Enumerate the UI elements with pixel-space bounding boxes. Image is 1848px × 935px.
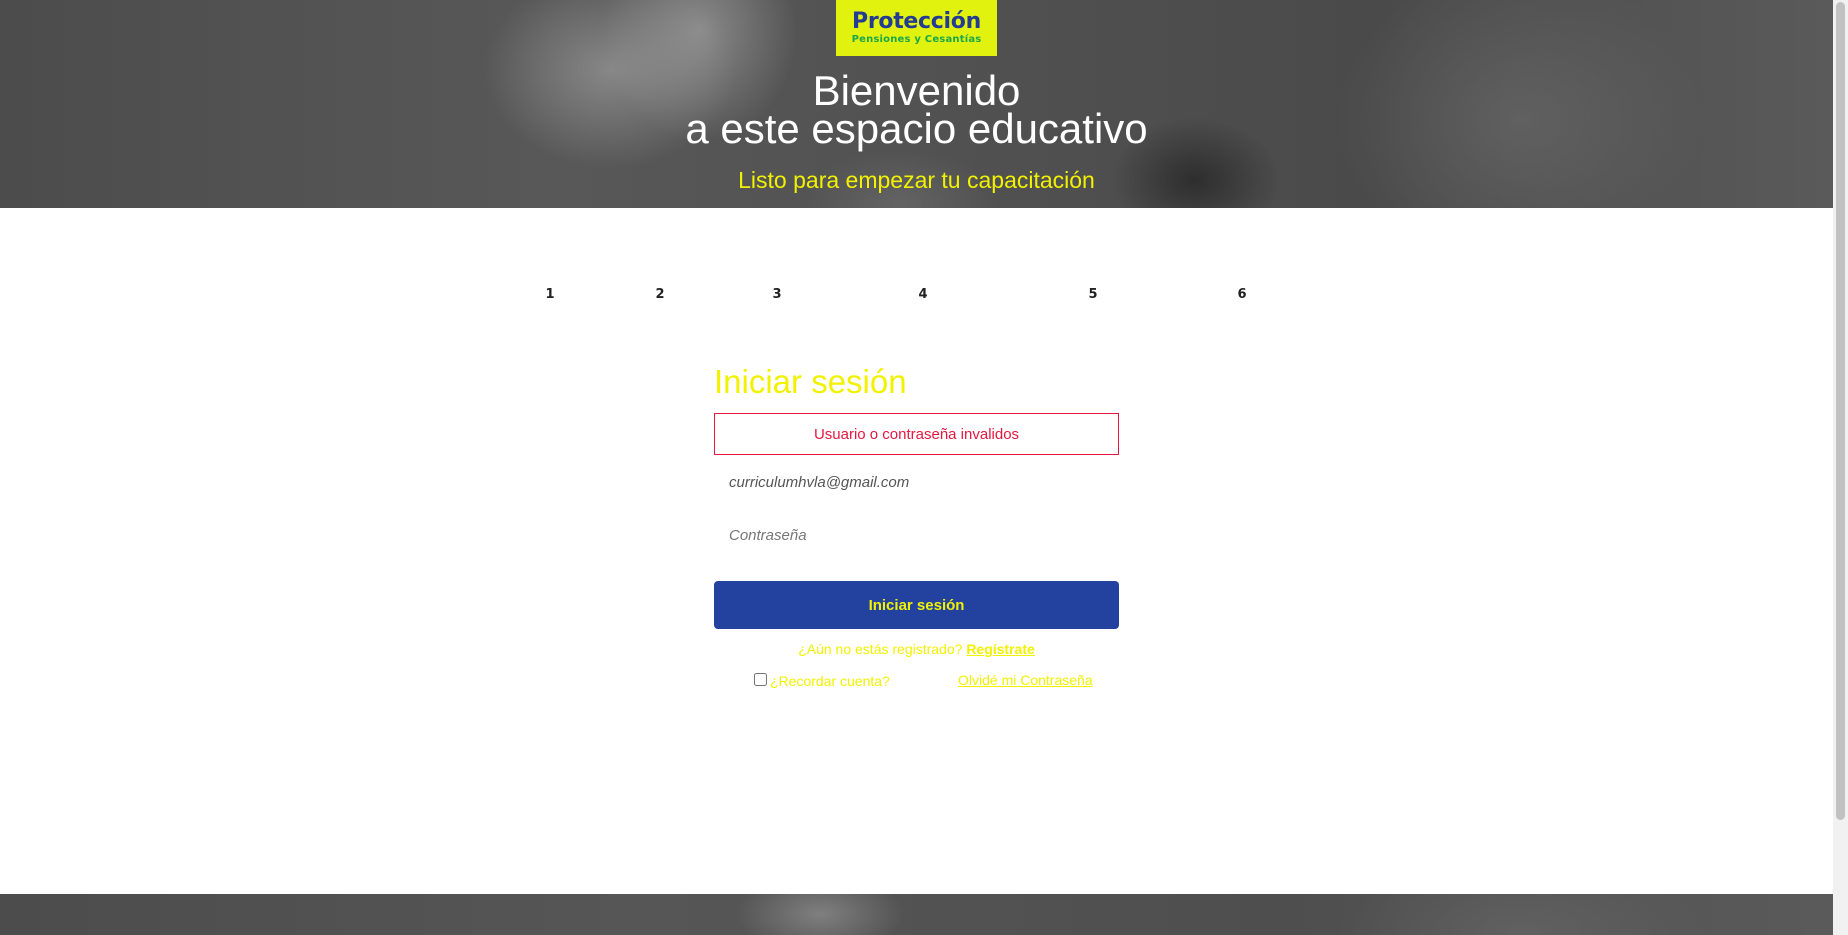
step-5: 5 xyxy=(1088,287,1098,302)
login-error-alert: Usuario o contraseña invalidos xyxy=(714,413,1119,455)
step-6: 6 xyxy=(1237,287,1247,302)
brand-name: Protección xyxy=(852,9,981,34)
register-row: ¿Aún no estás registrado? Regístrate xyxy=(714,640,1119,658)
forgot-password-link[interactable]: Olvidé mi Contraseña xyxy=(958,672,1093,688)
login-error-message: Usuario o contraseña invalidos xyxy=(813,425,1020,443)
login-submit-button[interactable]: Iniciar sesión xyxy=(714,581,1119,629)
hero-banner: Protección Pensiones y Cesantías Bienven… xyxy=(0,0,1833,208)
remember-label: ¿Recordar cuenta? xyxy=(770,673,890,689)
scrollbar-thumb[interactable] xyxy=(1836,2,1845,820)
remember-checkbox[interactable] xyxy=(754,672,767,686)
register-link[interactable]: Regístrate xyxy=(966,641,1034,657)
footer-banner xyxy=(0,894,1833,935)
page: Protección Pensiones y Cesantías Bienven… xyxy=(0,0,1833,935)
brand-tagline: Pensiones y Cesantías xyxy=(851,34,982,45)
page-scrollbar[interactable] xyxy=(1833,0,1848,935)
login-title: Iniciar sesión xyxy=(714,363,907,400)
step-3: 3 xyxy=(772,287,782,302)
email-input[interactable] xyxy=(714,462,1119,502)
password-input[interactable] xyxy=(714,515,1119,555)
hero-title-line2: a este espacio educativo xyxy=(685,105,1148,152)
register-prompt: ¿Aún no estás registrado? xyxy=(798,641,963,657)
step-4: 4 xyxy=(918,287,928,302)
hero-subtitle: Listo para empezar tu capacitación xyxy=(738,167,1095,193)
step-1: 1 xyxy=(545,287,555,302)
brand-logo[interactable]: Protección Pensiones y Cesantías xyxy=(836,0,997,56)
remember-account[interactable]: ¿Recordar cuenta? xyxy=(754,671,890,689)
step-2: 2 xyxy=(655,287,665,302)
